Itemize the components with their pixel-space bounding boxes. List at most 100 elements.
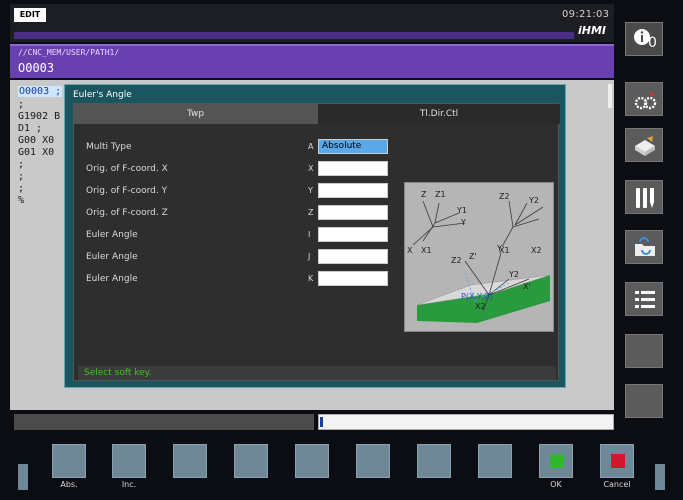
axis-label-z2-top: Z2 bbox=[499, 192, 510, 201]
softkey-abs-label: Abs. bbox=[60, 480, 78, 489]
dialog-body: Twp Tl.Dir.Ctl Multi Type A Absolute Ori… bbox=[73, 103, 560, 381]
axis-label-y: Y bbox=[460, 218, 466, 227]
code-line[interactable]: D1 ; bbox=[18, 123, 42, 134]
field-label: Euler Angle bbox=[86, 274, 138, 284]
program-name: O0003 bbox=[18, 61, 55, 75]
axis-label-xp: X' bbox=[523, 282, 531, 291]
settings-button[interactable] bbox=[625, 82, 663, 116]
mode-badge: EDIT bbox=[14, 8, 46, 22]
orig-z-field[interactable] bbox=[318, 205, 388, 220]
tab-tl-dir-ctl[interactable]: Tl.Dir.Ctl bbox=[317, 104, 560, 124]
side-blank-button[interactable] bbox=[625, 334, 663, 368]
code-line[interactable]: % bbox=[18, 195, 24, 206]
axis-label-x2-right: X2 bbox=[531, 246, 542, 255]
softkey-next[interactable] bbox=[655, 464, 665, 490]
input-caret bbox=[320, 417, 323, 427]
axis-label-z: Z bbox=[421, 190, 427, 199]
code-line[interactable]: G01 X0 bbox=[18, 147, 54, 158]
axis-label-yp: Y' bbox=[496, 244, 504, 253]
side-blank-button[interactable] bbox=[625, 384, 663, 418]
editor-scrollbar[interactable] bbox=[608, 84, 612, 108]
tools-icon bbox=[636, 188, 654, 208]
softkey-cancel-label: Cancel bbox=[603, 480, 631, 489]
workpiece-icon bbox=[635, 136, 655, 156]
tab-twp[interactable]: Twp bbox=[74, 104, 317, 124]
field-label: Multi Type bbox=[86, 142, 132, 152]
softkey-inc-label: Inc. bbox=[121, 480, 137, 489]
program-path-bar: //CNC_MEM/USER/PATH1/ O0003 bbox=[10, 44, 614, 78]
axis-label-y2-top: Y2 bbox=[528, 196, 539, 205]
field-address-letter: Z bbox=[308, 208, 314, 217]
euler-angle-k-field[interactable] bbox=[318, 271, 388, 286]
progress-bar bbox=[14, 32, 574, 39]
brand-logo: iHMI bbox=[578, 24, 607, 37]
euler-angle-i-field[interactable] bbox=[318, 227, 388, 242]
axis-label-x2: X2 bbox=[475, 302, 486, 311]
workpiece-button[interactable] bbox=[625, 128, 663, 162]
code-line[interactable]: ; bbox=[18, 99, 24, 110]
softkey-cancel[interactable] bbox=[600, 444, 634, 478]
axis-label-zp: Z' bbox=[469, 252, 477, 261]
folder-icon bbox=[635, 237, 655, 256]
orig-y-field[interactable] bbox=[318, 183, 388, 198]
axis-label-y1: Y1 bbox=[456, 206, 467, 215]
field-address-letter: A bbox=[308, 142, 314, 151]
dialog-title: Euler's Angle bbox=[73, 90, 132, 100]
softkey-abs[interactable] bbox=[52, 444, 86, 478]
point-label-p: P(X,Y,Z) bbox=[461, 292, 493, 301]
code-line[interactable]: O0003 ; bbox=[18, 86, 63, 97]
field-address-letter: I bbox=[308, 230, 311, 239]
dialog-tabs: Twp Tl.Dir.Ctl bbox=[74, 104, 560, 124]
softkey-5[interactable] bbox=[295, 444, 329, 478]
status-row bbox=[14, 414, 314, 430]
key-input-buffer[interactable] bbox=[318, 414, 614, 430]
program-folder-button[interactable] bbox=[625, 230, 663, 264]
list-button[interactable] bbox=[625, 282, 663, 316]
field-address-letter: J bbox=[308, 252, 311, 261]
softkey-7[interactable] bbox=[417, 444, 451, 478]
message-count-badge: 0 bbox=[648, 35, 657, 51]
axis-label-z2: Z2 bbox=[451, 256, 462, 265]
orig-x-field[interactable] bbox=[318, 161, 388, 176]
euler-coordinate-diagram: Z Z1 Y1 Y X X1 Z2 Y2 X1 X2 Z2 Z' Y' Y2 X… bbox=[404, 182, 554, 332]
code-text: O0003 ; bbox=[18, 86, 63, 97]
field-label: Orig. of F-coord. Y bbox=[86, 186, 168, 196]
softkey-ok[interactable] bbox=[539, 444, 573, 478]
softkey-8[interactable] bbox=[478, 444, 512, 478]
info-button[interactable]: 0 bbox=[625, 22, 663, 56]
axis-label-x: X bbox=[407, 246, 413, 255]
field-address-letter: K bbox=[308, 274, 314, 283]
axis-label-x1: X1 bbox=[421, 246, 432, 255]
softkey-previous[interactable] bbox=[18, 464, 28, 490]
axis-label-z1: Z1 bbox=[435, 190, 446, 199]
code-line[interactable]: G1902 B bbox=[18, 111, 60, 122]
code-line[interactable]: ; bbox=[18, 171, 24, 182]
coordinate-axes-illustration: Z Z1 Y1 Y X X1 Z2 Y2 X1 X2 Z2 Z' Y' Y2 X… bbox=[407, 190, 551, 323]
field-address-letter: Y bbox=[308, 186, 313, 195]
cancel-indicator-icon bbox=[611, 454, 625, 468]
field-label: Euler Angle bbox=[86, 230, 138, 240]
euler-angle-j-field[interactable] bbox=[318, 249, 388, 264]
list-icon bbox=[635, 291, 655, 308]
axis-label-y2: Y2 bbox=[508, 270, 519, 279]
program-path: //CNC_MEM/USER/PATH1/ bbox=[18, 48, 120, 57]
softkey-6[interactable] bbox=[356, 444, 390, 478]
field-address-letter: X bbox=[308, 164, 314, 173]
field-label: Orig. of F-coord. X bbox=[86, 164, 168, 174]
softkey-inc[interactable] bbox=[112, 444, 146, 478]
clock: 09:21:03 bbox=[562, 9, 610, 20]
settings-gears-icon bbox=[634, 90, 657, 110]
field-label: Euler Angle bbox=[86, 252, 138, 262]
code-line[interactable]: ; bbox=[18, 183, 24, 194]
softkey-4[interactable] bbox=[234, 444, 268, 478]
softkey-ok-label: OK bbox=[550, 480, 562, 489]
code-line[interactable]: G00 X0 bbox=[18, 135, 54, 146]
ok-indicator-icon bbox=[550, 454, 564, 468]
euler-angle-dialog: Euler's Angle Twp Tl.Dir.Ctl Multi Type … bbox=[64, 84, 566, 388]
code-line[interactable]: ; bbox=[18, 159, 24, 170]
dialog-message: Select soft key. bbox=[78, 366, 556, 380]
multi-type-field[interactable]: Absolute bbox=[318, 139, 388, 154]
field-label: Orig. of F-coord. Z bbox=[86, 208, 168, 218]
softkey-3[interactable] bbox=[173, 444, 207, 478]
tools-button[interactable] bbox=[625, 180, 663, 214]
